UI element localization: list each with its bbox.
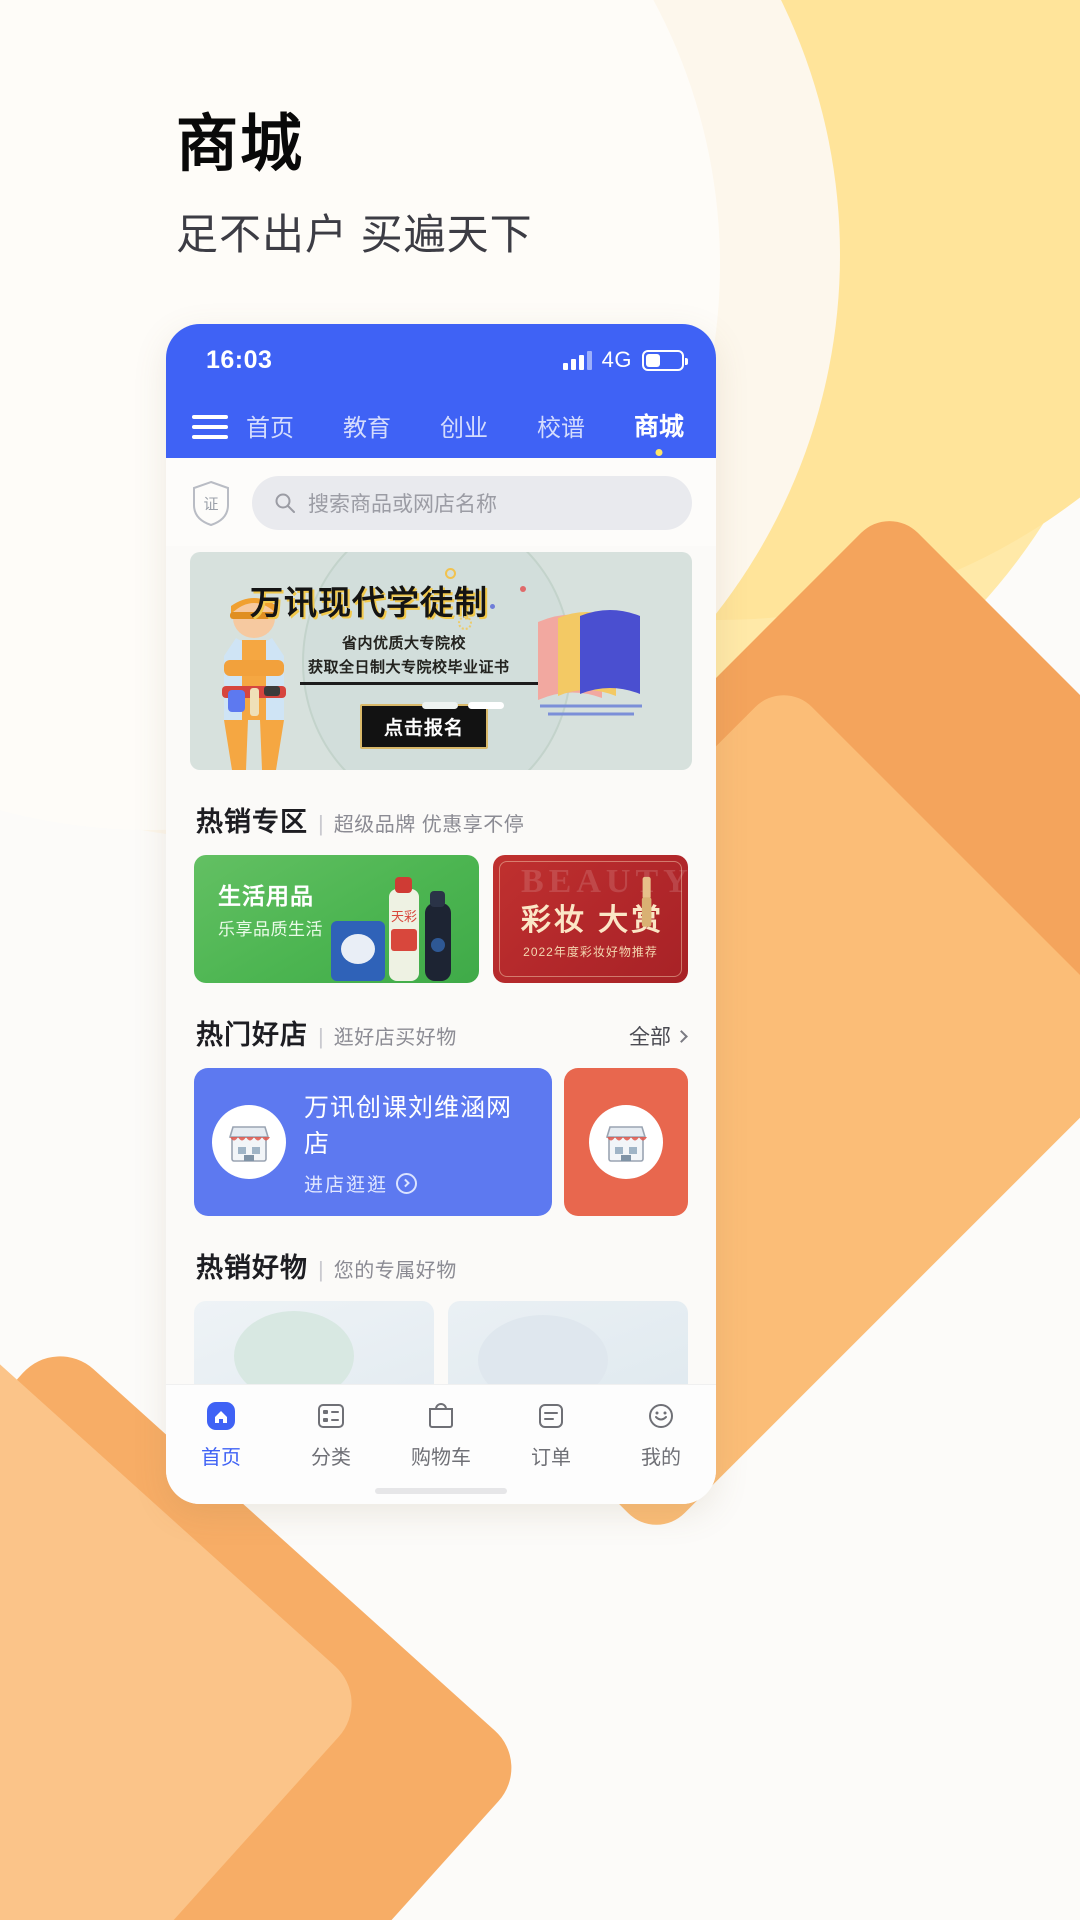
section-divider: | bbox=[318, 811, 324, 836]
promo-card-subtitle: 2022年度彩妆好物推荐 bbox=[523, 945, 658, 959]
store-enter-label: 进店逛逛 bbox=[304, 1174, 389, 1196]
section-header-hot-stores: 热门好店 | 逛好店买好物 全部 bbox=[166, 983, 716, 1068]
tabbar-label: 购物车 bbox=[411, 1447, 471, 1469]
section-header-hot-goods: 热销好物 | 您的专属好物 bbox=[166, 1216, 716, 1301]
nav-tab-education[interactable]: 教育 bbox=[343, 408, 391, 447]
home-indicator bbox=[375, 1488, 507, 1494]
section-title: 热销专区 bbox=[196, 807, 308, 837]
tabbar-item-orders[interactable]: 订单 bbox=[496, 1399, 606, 1470]
store-card-secondary[interactable] bbox=[564, 1068, 688, 1216]
promo-banner[interactable]: 万讯现代学徒制 省内优质大专院校 获取全日制大专院校毕业证书 点击报名 bbox=[190, 552, 692, 770]
circle-arrow-right-icon bbox=[396, 1172, 418, 1194]
category-grid-icon bbox=[318, 1404, 344, 1428]
promo-card-list: 生活用品 乐享品质生活 天彩 BEAUTY 彩妆 大赏 2022年度彩妆好物推荐 bbox=[166, 855, 716, 983]
tabbar-item-home[interactable]: 首页 bbox=[166, 1399, 276, 1470]
nav-tab-mall[interactable]: 商城 bbox=[634, 407, 684, 447]
nav-tab-home[interactable]: 首页 bbox=[246, 408, 294, 447]
store-name: 万讯创课刘维涵网店 bbox=[304, 1093, 513, 1158]
store-card-text: 万讯创课刘维涵网店 进店逛逛 bbox=[304, 1088, 534, 1197]
page-title: 商城 bbox=[176, 110, 305, 179]
promo-banner-wrap: 万讯现代学徒制 省内优质大专院校 获取全日制大专院校毕业证书 点击报名 bbox=[166, 546, 716, 770]
bottom-tab-bar: 首页 分类 购物车 订单 我的 bbox=[166, 1384, 716, 1504]
storefront-icon bbox=[212, 1105, 286, 1179]
chevron-right-icon bbox=[675, 1029, 688, 1043]
section-divider: | bbox=[318, 1257, 324, 1282]
hero-headline: 商城 足不出户 买遍天下 bbox=[176, 110, 533, 262]
network-label: 4G bbox=[601, 347, 632, 372]
spark-dot-1 bbox=[445, 568, 456, 579]
view-all-label: 全部 bbox=[629, 1026, 671, 1049]
signal-bars-icon bbox=[562, 350, 592, 370]
status-indicators: 4G bbox=[562, 347, 688, 373]
banner-line-2: 获取全日制大专院校毕业证书 bbox=[308, 659, 510, 676]
order-list-icon bbox=[539, 1404, 563, 1428]
promo-card-title: 生活用品 bbox=[218, 883, 314, 909]
tabbar-item-category[interactable]: 分类 bbox=[276, 1399, 386, 1470]
books-illustration bbox=[538, 610, 642, 716]
tabbar-item-cart[interactable]: 购物车 bbox=[386, 1399, 496, 1470]
tabbar-item-profile[interactable]: 我的 bbox=[606, 1399, 716, 1470]
tabbar-label: 分类 bbox=[311, 1447, 351, 1469]
section-subtitle: 超级品牌 优惠享不停 bbox=[333, 814, 525, 836]
section-subtitle: 您的专属好物 bbox=[333, 1260, 457, 1282]
banner-line-1: 省内优质大专院校 bbox=[342, 635, 467, 652]
battery-icon bbox=[642, 349, 688, 371]
section-title: 热销好物 bbox=[196, 1253, 308, 1283]
spark-dot-3 bbox=[458, 616, 472, 630]
store-card-primary[interactable]: 万讯创课刘维涵网店 进店逛逛 bbox=[194, 1068, 552, 1216]
tabbar-label: 订单 bbox=[531, 1447, 571, 1469]
banner-cta-button[interactable]: 点击报名 bbox=[360, 704, 489, 749]
nav-tab-schoolmap[interactable]: 校谱 bbox=[537, 408, 585, 447]
promo-card-subtitle: 乐享品质生活 bbox=[218, 920, 323, 939]
home-icon bbox=[207, 1402, 235, 1430]
tabbar-label: 我的 bbox=[641, 1447, 681, 1469]
section-header-hot-zone: 热销专区 | 超级品牌 优惠享不停 bbox=[166, 770, 716, 855]
banner-indicator-2 bbox=[468, 702, 504, 709]
spark-dot-2 bbox=[490, 604, 495, 609]
nav-tab-startup[interactable]: 创业 bbox=[440, 408, 488, 447]
promo-card-daily-goods[interactable]: 生活用品 乐享品质生活 天彩 bbox=[194, 855, 479, 983]
svg-text:证: 证 bbox=[203, 496, 218, 513]
phone-mockup: 16:03 4G 首页 教育 创业 校谱 商城 证 搜索商品或网店名称 万讯现代… bbox=[166, 324, 716, 1504]
search-icon bbox=[275, 493, 295, 513]
store-enter-action[interactable]: 进店逛逛 bbox=[304, 1170, 534, 1197]
shopping-cart-icon bbox=[429, 1403, 453, 1428]
view-all-stores-link[interactable]: 全部 bbox=[629, 1021, 688, 1051]
promo-card-makeup[interactable]: BEAUTY 彩妆 大赏 2022年度彩妆好物推荐 bbox=[493, 855, 688, 983]
user-profile-icon bbox=[649, 1404, 673, 1428]
search-row: 证 搜索商品或网店名称 bbox=[166, 458, 716, 546]
section-divider: | bbox=[318, 1024, 324, 1049]
hamburger-menu-icon[interactable] bbox=[192, 415, 228, 439]
page-subtitle: 足不出户 买遍天下 bbox=[176, 210, 533, 258]
banner-indicator-1 bbox=[422, 702, 458, 709]
search-input[interactable]: 搜索商品或网店名称 bbox=[252, 476, 692, 530]
storefront-icon bbox=[589, 1105, 663, 1179]
top-nav-tabs: 首页 教育 创业 校谱 商城 bbox=[246, 407, 690, 447]
certificate-shield-icon[interactable]: 证 bbox=[190, 479, 232, 527]
top-navigation: 首页 教育 创业 校谱 商城 bbox=[166, 396, 716, 458]
tabbar-label: 首页 bbox=[201, 1447, 241, 1469]
store-card-list: 万讯创课刘维涵网店 进店逛逛 bbox=[166, 1068, 716, 1216]
svg-text:天彩: 天彩 bbox=[391, 909, 417, 924]
lipstick-icon bbox=[641, 876, 652, 927]
banner-title: 万讯现代学徒制 bbox=[250, 584, 488, 621]
daily-goods-products-illustration: 天彩 bbox=[331, 877, 451, 981]
section-subtitle: 逛好店买好物 bbox=[333, 1027, 457, 1049]
status-bar: 16:03 4G bbox=[166, 324, 716, 396]
search-placeholder: 搜索商品或网店名称 bbox=[308, 493, 497, 516]
section-title: 热门好店 bbox=[196, 1020, 308, 1050]
status-time: 16:03 bbox=[206, 345, 273, 374]
spark-dot-4 bbox=[520, 586, 526, 592]
